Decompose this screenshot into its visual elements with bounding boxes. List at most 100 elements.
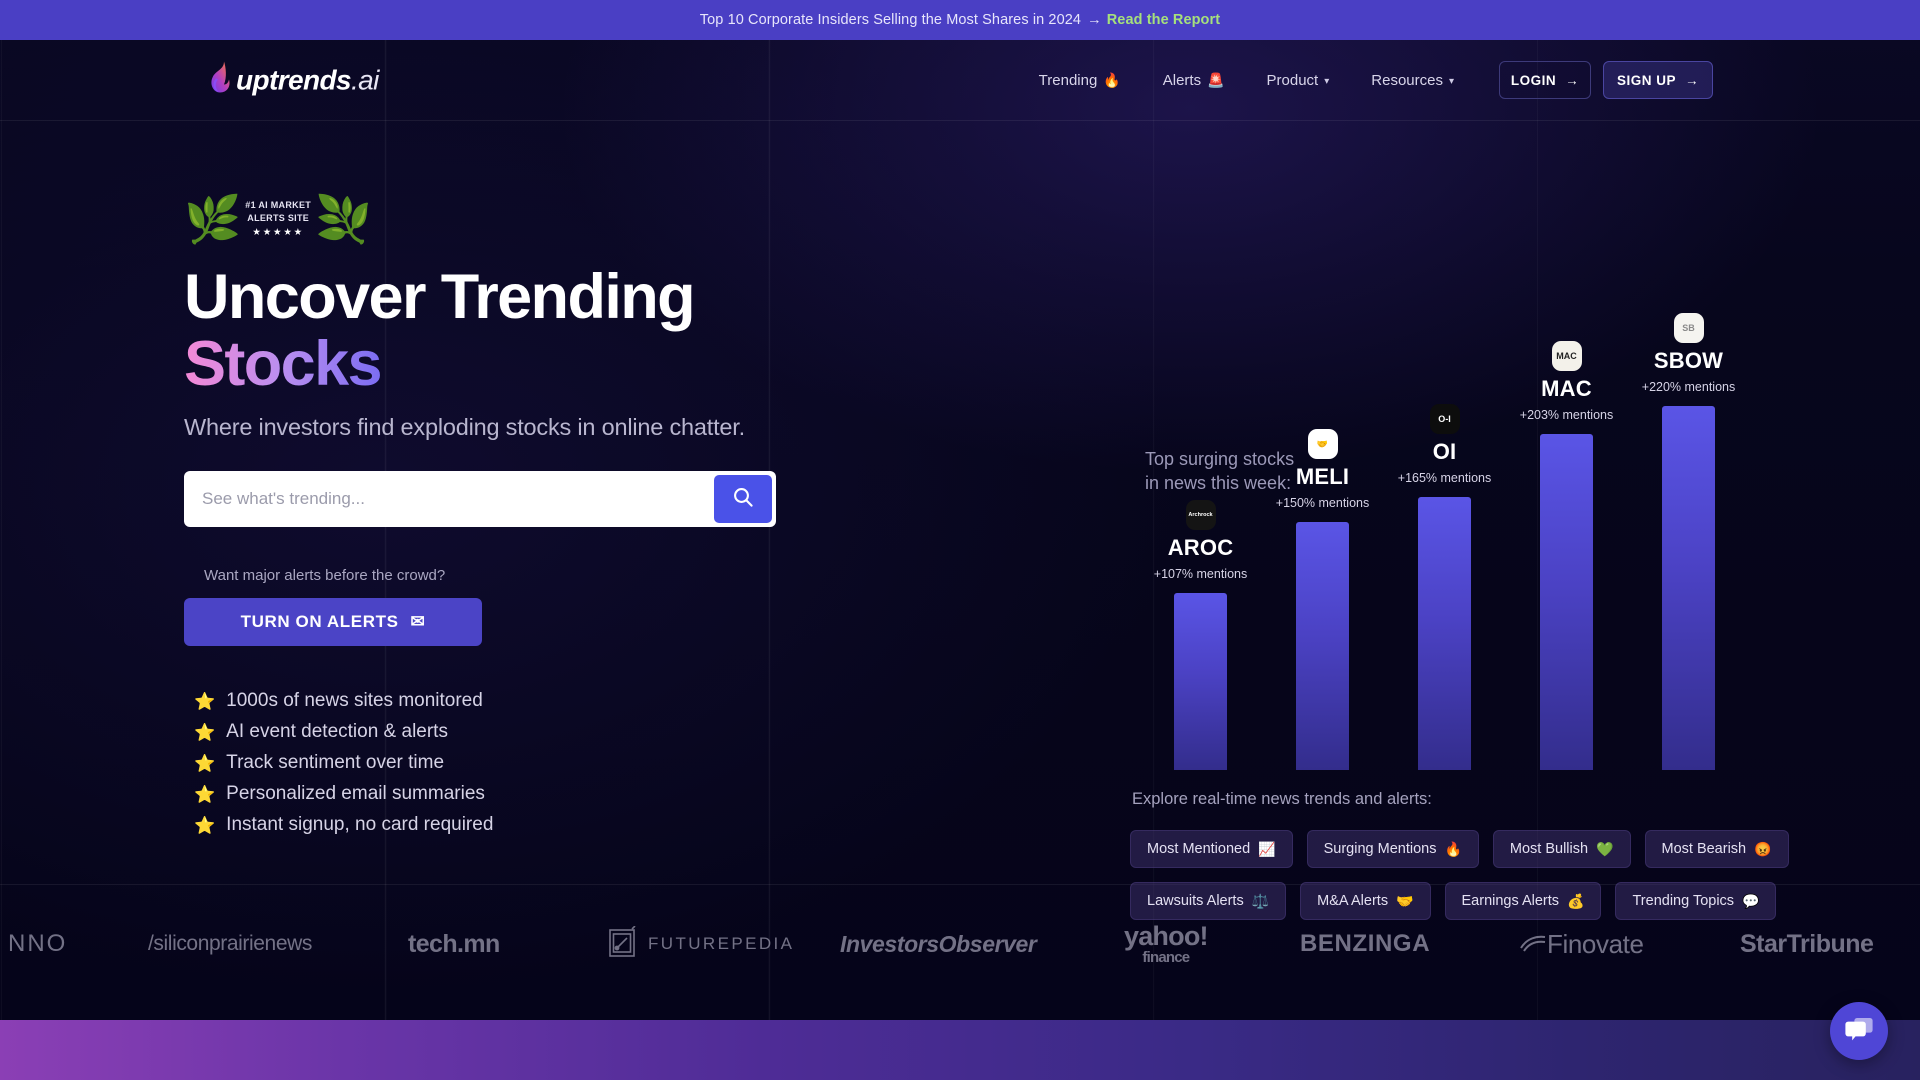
feature-label: AI event detection & alerts	[226, 721, 448, 743]
list-item: ⭐ Track sentiment over time	[184, 748, 904, 779]
company-logo-icon: MAC	[1551, 341, 1582, 371]
announcement-bar[interactable]: Top 10 Corporate Insiders Selling the Mo…	[0, 0, 1920, 40]
bar-column-aroc[interactable]: Archrock AROC +107% mentions	[1154, 270, 1247, 770]
site-header: uptrends.ai Trending 🔥 Alerts 🚨 Product …	[0, 40, 1920, 120]
flame-icon	[207, 61, 233, 100]
bar-rect	[1418, 497, 1471, 770]
pill-emoji-icon: 📈	[1258, 840, 1276, 857]
hero-section: 🌿 #1 AI MARKET ALERTS SITE ★★★★★ 🌿 Uncov…	[0, 120, 1920, 920]
main-navigation: Trending 🔥 Alerts 🚨 Product ▾ Resources …	[1018, 61, 1713, 99]
arrow-right-icon: →	[1685, 72, 1699, 88]
feature-list: ⭐ 1000s of news sites monitored ⭐ AI eve…	[184, 686, 904, 841]
list-item: ⭐ Personalized email summaries	[184, 779, 904, 810]
bar-column-mac[interactable]: MAC MAC +203% mentions	[1520, 270, 1613, 770]
star-icon: ⭐	[194, 753, 216, 773]
company-logo-icon: SB	[1673, 313, 1704, 343]
bar-value-label: +203% mentions	[1519, 408, 1614, 422]
feature-label: 1000s of news sites monitored	[226, 690, 483, 712]
nav-item-alerts[interactable]: Alerts 🚨	[1142, 72, 1246, 89]
press-logo-subtext: finance	[1142, 949, 1190, 967]
pill-label: Most Mentioned	[1147, 841, 1251, 857]
nav-label: Product	[1266, 71, 1319, 89]
press-logo-text: tech.mn	[408, 929, 500, 958]
bar-ticker-label: AROC	[1167, 535, 1234, 560]
award-badge-text: #1 AI MARKET ALERTS SITE ★★★★★	[243, 200, 313, 238]
list-item: ⭐ 1000s of news sites monitored	[184, 686, 904, 717]
star-icon: ⭐	[194, 784, 216, 804]
press-logo-text: BENZINGA	[1300, 930, 1431, 957]
site-logo[interactable]: uptrends.ai	[207, 61, 379, 100]
press-logo-text: Finovate	[1547, 928, 1644, 959]
award-badge-line2: ALERTS SITE	[247, 212, 310, 223]
company-logo-icon: Archrock	[1185, 500, 1216, 530]
chart-bars: Archrock AROC +107% mentions 🤝 MELI +150% men…	[1120, 270, 1800, 770]
award-badge: 🌿 #1 AI MARKET ALERTS SITE ★★★★★ 🌿	[184, 192, 904, 246]
press-logo-nno: NNO	[8, 930, 67, 958]
alerts-button-label: TURN ON ALERTS	[240, 611, 399, 631]
pill-most-bearish[interactable]: Most Bearish 😡	[1644, 830, 1789, 868]
signup-button[interactable]: SIGN UP →	[1603, 61, 1713, 99]
futurepedia-frame-icon	[608, 924, 638, 963]
laurel-right-icon: 🌿	[315, 193, 373, 245]
bar-value-label: +220% mentions	[1641, 380, 1736, 394]
announcement-text: Top 10 Corporate Insiders Selling the Mo…	[699, 12, 1082, 28]
star-icon: ⭐	[194, 691, 216, 711]
pill-label: Most Bullish	[1509, 841, 1589, 857]
finovate-wave-icon	[1520, 929, 1546, 960]
award-badge-line1: #1 AI MARKET	[245, 200, 312, 211]
login-label: LOGIN	[1510, 72, 1557, 88]
bar-rect	[1662, 406, 1715, 770]
search-input[interactable]	[188, 474, 714, 523]
list-item: ⭐ AI event detection & alerts	[184, 717, 904, 748]
explore-label: Explore real-time news trends and alerts…	[1132, 790, 1432, 808]
star-icon: ⭐	[194, 722, 216, 742]
bar-ticker-label: SBOW	[1653, 348, 1724, 373]
bar-column-sbow[interactable]: SB SBOW +220% mentions	[1642, 270, 1735, 770]
feature-label: Instant signup, no card required	[226, 814, 494, 836]
fire-icon: 🔥	[1103, 71, 1121, 88]
bar-ticker-label: OI	[1432, 439, 1457, 464]
press-logo-benzinga: BENZINGA	[1300, 930, 1430, 958]
logo-wordmark: uptrends.ai	[236, 64, 379, 95]
press-logo-siliconprairienews: /siliconprairienews	[148, 932, 312, 956]
feature-label: Personalized email summaries	[226, 783, 485, 805]
bar-ticker-label: MAC	[1541, 376, 1592, 401]
star-rating-icon: ★★★★★	[252, 226, 304, 238]
pill-label: Most Bearish	[1661, 841, 1747, 857]
nav-label: Alerts	[1162, 71, 1202, 89]
pill-most-bullish[interactable]: Most Bullish 💚	[1492, 830, 1631, 868]
page-root: Top 10 Corporate Insiders Selling the Mo…	[0, 0, 1920, 1080]
bar-column-meli[interactable]: 🤝 MELI +150% mentions	[1276, 270, 1369, 770]
press-logo-bar: NNO/siliconprairienews tech.mn FUTUREPEDIA…	[0, 884, 1920, 1004]
nav-item-trending[interactable]: Trending 🔥	[1018, 72, 1142, 89]
nav-item-resources[interactable]: Resources ▾	[1350, 72, 1475, 89]
pill-most-mentioned[interactable]: Most Mentioned 📈	[1130, 830, 1293, 868]
search-icon	[732, 486, 754, 511]
bar-value-label: +165% mentions	[1397, 471, 1492, 485]
pill-surging-mentions[interactable]: Surging Mentions 🔥	[1306, 830, 1479, 868]
headline-accent: Stocks	[184, 328, 383, 399]
bar-column-oi[interactable]: O-I OI +165% mentions	[1398, 270, 1491, 770]
turn-on-alerts-button[interactable]: TURN ON ALERTS ✉	[184, 597, 482, 646]
press-logo-yahoo: yahoo! finance	[1124, 922, 1209, 967]
signup-label: SIGN UP	[1616, 72, 1676, 88]
press-logo-text: FUTUREPEDIA	[648, 934, 795, 953]
alerts-question: Want major alerts before the crowd?	[204, 566, 446, 584]
nav-item-product[interactable]: Product ▾	[1246, 72, 1351, 89]
chat-widget-button[interactable]	[1830, 1002, 1888, 1060]
nav-label: Resources	[1371, 71, 1443, 89]
surging-stocks-chart: Top surging stocks in news this week: Ar…	[1120, 250, 1800, 770]
announcement-link[interactable]: Read the Report	[1107, 12, 1221, 28]
list-item: ⭐ Instant signup, no card required	[184, 810, 904, 841]
press-logo-tech-mn: tech.mn	[408, 930, 500, 959]
hero-left-column: 🌿 #1 AI MARKET ALERTS SITE ★★★★★ 🌿 Uncov…	[184, 192, 904, 841]
press-logo-text: InvestorsObserver	[840, 930, 1037, 957]
page-title: Uncover Trending Stocks	[184, 264, 904, 398]
company-logo-icon: 🤝	[1307, 429, 1338, 459]
company-logo-icon: O-I	[1429, 404, 1460, 434]
pill-emoji-icon: 💚	[1596, 840, 1614, 857]
arrow-right-icon: →	[1087, 12, 1102, 28]
search-button[interactable]	[714, 474, 772, 523]
login-button[interactable]: LOGIN →	[1499, 61, 1591, 99]
laurel-left-icon: 🌿	[184, 193, 242, 245]
